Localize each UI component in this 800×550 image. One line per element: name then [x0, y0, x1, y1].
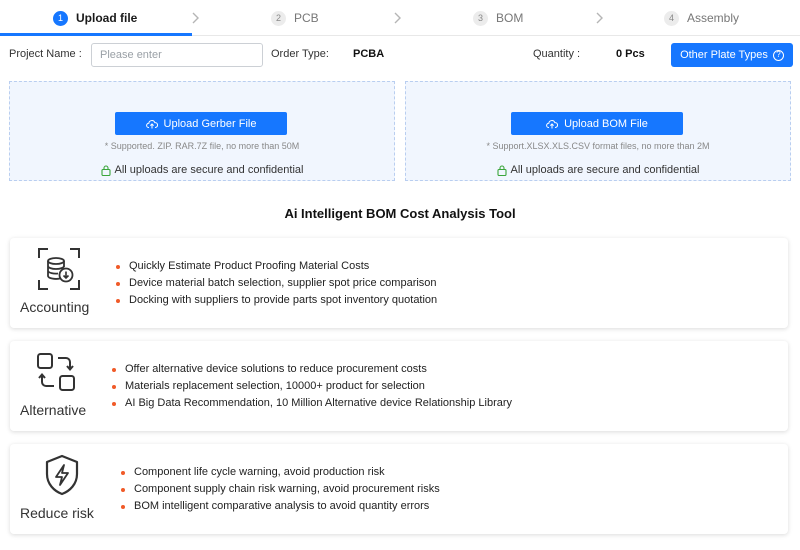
order-info-row: Project Name : Order Type: PCBA Quantity… — [0, 36, 800, 74]
order-type-label: Order Type: — [271, 48, 329, 60]
step-label: Upload file — [76, 11, 138, 25]
step-label: Assembly — [687, 11, 740, 25]
other-plate-types-label: Other Plate Types — [680, 49, 768, 61]
gerber-upload-panel[interactable]: Upload Gerber File * Supported. ZIP. RAR… — [9, 81, 395, 181]
chevron-right-icon — [596, 12, 603, 24]
step-number: 2 — [271, 10, 286, 26]
swap-alternative-icon — [37, 353, 75, 391]
step-number: 1 — [53, 10, 68, 26]
list-item: Device material batch selection, supplie… — [116, 275, 437, 292]
gerber-format-hint: * Supported. ZIP. RAR.7Z file, no more t… — [104, 141, 300, 151]
secure-notice-text: All uploads are secure and confidential — [114, 164, 304, 176]
section-title: Ai Intelligent BOM Cost Analysis Tool — [284, 206, 516, 221]
lock-icon — [100, 164, 111, 176]
secure-notice-text: All uploads are secure and confidential — [510, 164, 700, 176]
feature-title: Alternative — [20, 402, 87, 418]
step-label: PCB — [294, 11, 319, 25]
step-number: 4 — [664, 10, 679, 26]
step-assembly[interactable]: 4 Assembly — [664, 0, 739, 36]
feature-card-reduce-risk: Reduce risk Component life cycle warning… — [10, 444, 788, 534]
secure-notice: All uploads are secure and confidential — [406, 164, 790, 176]
quantity-label: Quantity : — [533, 48, 581, 60]
list-item: Component supply chain risk warning, avo… — [121, 481, 440, 498]
cloud-upload-icon — [546, 119, 559, 128]
project-name-label: Project Name : — [9, 48, 82, 60]
cloud-upload-icon — [145, 119, 158, 128]
feature-list: Component life cycle warning, avoid prod… — [121, 464, 440, 515]
list-item: Docking with suppliers to provide parts … — [116, 292, 437, 309]
feature-title: Reduce risk — [20, 505, 94, 521]
step-bom[interactable]: 3 BOM — [473, 0, 523, 36]
other-plate-types-button[interactable]: Other Plate Types ? — [671, 43, 793, 67]
chevron-right-icon — [394, 12, 401, 24]
list-item: Offer alternative device solutions to re… — [112, 361, 512, 378]
feature-list: Quickly Estimate Product Proofing Materi… — [116, 258, 437, 309]
bom-format-hint: * Support.XLSX.XLS.CSV format files, no … — [486, 141, 710, 151]
order-type-value: PCBA — [353, 48, 385, 60]
database-download-icon — [38, 248, 80, 290]
upload-bom-button[interactable]: Upload BOM File — [511, 112, 683, 135]
quantity-value: 0 Pcs — [616, 48, 645, 60]
list-item: BOM intelligent comparative analysis to … — [121, 498, 440, 515]
lock-icon — [496, 164, 507, 176]
list-item: Materials replacement selection, 10000+ … — [112, 378, 512, 395]
feature-card-accounting: Accounting Quickly Estimate Product Proo… — [10, 238, 788, 328]
feature-list: Offer alternative device solutions to re… — [112, 361, 512, 412]
list-item: Component life cycle warning, avoid prod… — [121, 464, 440, 481]
project-name-input[interactable] — [91, 43, 263, 67]
list-item: AI Big Data Recommendation, 10 Million A… — [112, 395, 512, 412]
upload-gerber-button[interactable]: Upload Gerber File — [115, 112, 287, 135]
upload-gerber-label: Upload Gerber File — [163, 117, 257, 130]
step-label: BOM — [496, 11, 524, 25]
step-number: 3 — [473, 10, 488, 26]
chevron-right-icon — [192, 12, 199, 24]
upload-bom-label: Upload BOM File — [564, 117, 648, 130]
progress-stepper: 1 Upload file 2 PCB 3 BOM 4 Assembly — [0, 0, 800, 36]
secure-notice: All uploads are secure and confidential — [10, 164, 394, 176]
feature-title: Accounting — [20, 299, 90, 315]
step-upload-file[interactable]: 1 Upload file — [53, 0, 137, 36]
feature-card-alternative: Alternative Offer alternative device sol… — [10, 341, 788, 431]
step-pcb[interactable]: 2 PCB — [271, 0, 319, 36]
shield-lightning-icon — [45, 454, 79, 496]
list-item: Quickly Estimate Product Proofing Materi… — [116, 258, 437, 275]
bom-upload-panel[interactable]: Upload BOM File * Support.XLSX.XLS.CSV f… — [405, 81, 791, 181]
help-circle-icon: ? — [772, 49, 784, 61]
